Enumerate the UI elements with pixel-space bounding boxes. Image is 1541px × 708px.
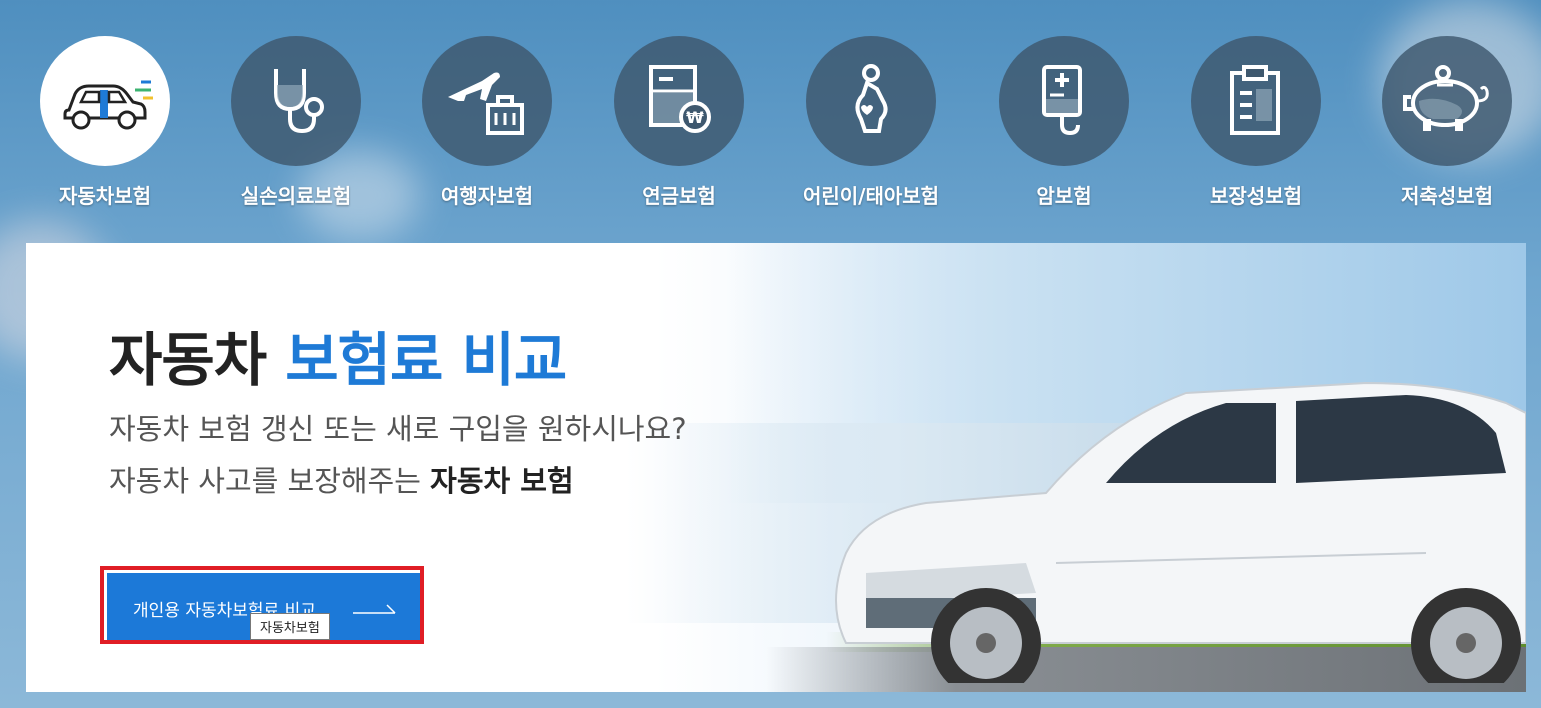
piggy-bank-icon <box>1403 65 1489 131</box>
pension-document-icon: ₩ <box>649 65 711 133</box>
pregnant-woman-icon <box>855 64 888 133</box>
subtitle-line-2-bold: 자동차 보험 <box>430 464 574 498</box>
suv-car-illustration <box>835 381 1526 683</box>
nav-item-travel-insurance[interactable]: 여행자보험 <box>387 36 587 209</box>
banner-title: 자동차 보험료 비교 <box>109 313 567 397</box>
nav-item-child-fetus-insurance[interactable]: 어린이/태아보험 <box>771 36 971 209</box>
clipboard-icon <box>1230 65 1280 135</box>
nav-label: 연금보험 <box>642 184 716 208</box>
subtitle-line-2: 자동차 사고를 보장해주는 자동차 보험 <box>109 455 687 507</box>
nav-label: 어린이/태아보험 <box>802 184 940 208</box>
banner-title-accent: 보험료 비교 <box>285 326 567 394</box>
subtitle-line-1: 자동차 보험 갱신 또는 새로 구입을 원하시나요? <box>109 412 687 446</box>
nav-item-car-insurance[interactable]: 자동차보험 <box>5 36 205 209</box>
nav-label: 여행자보험 <box>441 184 533 208</box>
nav-item-medical-insurance[interactable]: 실손의료보험 <box>196 36 396 209</box>
nav-item-protection-insurance[interactable]: 보장성보험 <box>1156 36 1356 209</box>
subtitle-line-2-text: 자동차 사고를 보장해주는 <box>109 464 421 498</box>
insurance-category-nav: 자동차보험 실손의료보험 여행자보험 ₩ 연금보험 어린이/태아보험 암보험 보… <box>40 36 1520 216</box>
tooltip: 자동차보험 <box>250 613 330 640</box>
banner-title-main: 자동차 <box>109 326 267 394</box>
svg-text:₩: ₩ <box>686 108 704 127</box>
stethoscope-icon <box>274 69 324 134</box>
nav-label: 자동차보험 <box>59 184 151 208</box>
nav-item-pension-insurance[interactable]: ₩ 연금보험 <box>579 36 779 209</box>
nav-label: 암보험 <box>1036 184 1092 208</box>
car-icon <box>63 80 153 130</box>
arrow-right-icon <box>353 604 396 614</box>
nav-item-savings-insurance[interactable]: 저축성보험 <box>1347 36 1541 209</box>
iv-bag-icon <box>1042 65 1082 136</box>
nav-label: 저축성보험 <box>1401 184 1493 208</box>
nav-label: 보장성보험 <box>1210 184 1302 208</box>
banner-subtitle: 자동차 보험 갱신 또는 새로 구입을 원하시나요? 자동차 사고를 보장해주는… <box>109 403 687 507</box>
airplane-luggage-icon <box>448 72 524 135</box>
nav-item-cancer-insurance[interactable]: 암보험 <box>964 36 1164 209</box>
nav-label: 실손의료보험 <box>240 184 352 208</box>
